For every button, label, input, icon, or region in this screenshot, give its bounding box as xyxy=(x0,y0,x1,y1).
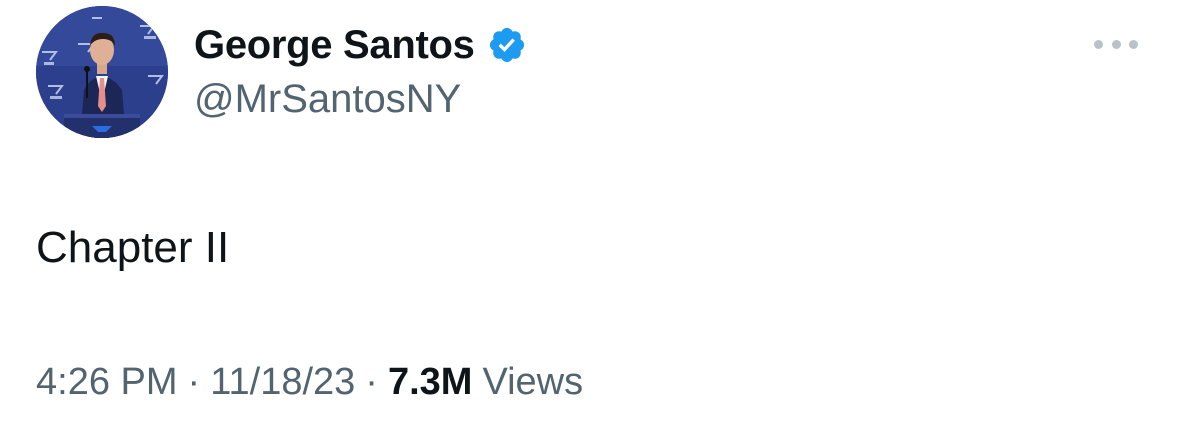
more-dot xyxy=(1111,39,1121,49)
avatar[interactable] xyxy=(36,6,168,138)
tweet-date[interactable]: 11/18/23 xyxy=(210,357,355,407)
more-dot xyxy=(1129,39,1138,49)
tweet-time[interactable]: 4:26 PM xyxy=(36,357,178,407)
tweet-text: Chapter II xyxy=(36,223,230,272)
more-options-icon[interactable] xyxy=(1094,34,1138,54)
views-label[interactable]: Views xyxy=(482,357,583,407)
meta-separator: · xyxy=(365,361,378,403)
more-dot xyxy=(1094,39,1103,49)
display-name-row: George Santos xyxy=(194,20,527,70)
tweet-card: George Santos @MrSantosNY Chapter II 4:2… xyxy=(0,0,1179,435)
user-handle[interactable]: @MrSantosNY xyxy=(194,74,461,124)
profile-photo-icon xyxy=(36,6,168,138)
verified-badge-icon[interactable] xyxy=(487,25,527,65)
display-name[interactable]: George Santos xyxy=(194,20,475,70)
tweet-meta: 4:26 PM · 11/18/23 · 7.3M Views xyxy=(36,357,583,407)
views-count[interactable]: 7.3M xyxy=(388,357,472,407)
meta-separator: · xyxy=(187,361,201,403)
